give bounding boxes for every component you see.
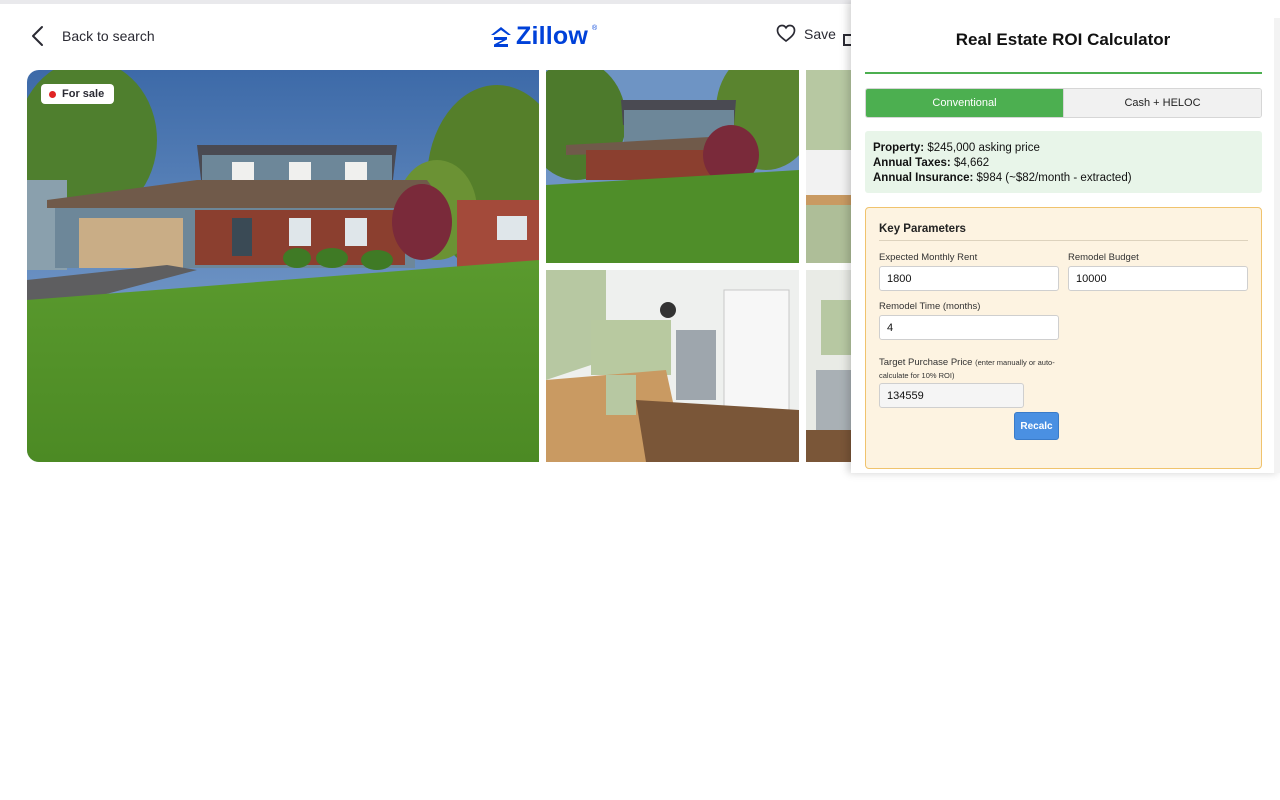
remodel-time-label: Remodel Time (months) (879, 301, 981, 312)
monthly-rent-label: Expected Monthly Rent (879, 252, 978, 263)
key-parameters-heading: Key Parameters (879, 223, 966, 235)
property-summary: Property: $245,000 asking price Annual T… (865, 131, 1262, 193)
main-house-photo[interactable]: For sale (27, 70, 539, 462)
taxes-line: Annual Taxes: $4,662 (873, 157, 990, 169)
remodel-time-input[interactable]: 4 (879, 315, 1059, 340)
logo-registered-mark: ® (592, 25, 598, 32)
title-divider (865, 72, 1262, 74)
zillow-z-icon (491, 26, 511, 47)
save-label: Save (804, 25, 836, 42)
recalc-button[interactable]: Recalc (1014, 412, 1059, 440)
chevron-left-icon (32, 26, 43, 46)
badge-label: For sale (62, 88, 105, 100)
target-price-label: Target Purchase Price (enter manually or… (879, 357, 1055, 380)
target-price-input[interactable]: 134559 (879, 383, 1024, 408)
financing-tabs: Conventional Cash + HELOC (865, 88, 1262, 118)
insurance-line: Annual Insurance: $984 (~$82/month - ext… (873, 172, 1132, 184)
house-angle-image (546, 70, 799, 263)
panel-scrollbar[interactable] (1274, 18, 1280, 473)
remodel-budget-input[interactable]: 10000 (1068, 266, 1248, 291)
back-to-search-link[interactable]: Back to search (28, 24, 155, 48)
house-exterior-image (27, 70, 539, 462)
status-dot-icon (49, 90, 56, 98)
calculator-title: Real Estate ROI Calculator (955, 30, 1171, 49)
logo-text: Zillow (516, 22, 589, 50)
zillow-logo[interactable]: Zillow ® (490, 22, 597, 51)
for-sale-badge: For sale (41, 84, 115, 104)
key-parameters-section: Key Parameters Expected Monthly Rent 180… (865, 207, 1262, 469)
kitchen-image (546, 270, 799, 462)
back-label: Back to search (62, 28, 155, 44)
parameters-divider (879, 240, 1248, 241)
tab-conventional[interactable]: Conventional (866, 89, 1063, 117)
gallery-photo-2[interactable] (546, 70, 799, 263)
save-button[interactable]: Save (776, 24, 836, 43)
heart-icon (776, 24, 796, 43)
gallery-photo-3[interactable] (546, 270, 799, 462)
monthly-rent-input[interactable]: 1800 (879, 266, 1059, 291)
property-line: Property: $245,000 asking price (873, 142, 1040, 154)
remodel-budget-label: Remodel Budget (1068, 252, 1139, 263)
tab-cash-heloc[interactable]: Cash + HELOC (1063, 89, 1261, 117)
roi-calculator-panel: Real Estate ROI Calculator Conventional … (851, 0, 1280, 473)
